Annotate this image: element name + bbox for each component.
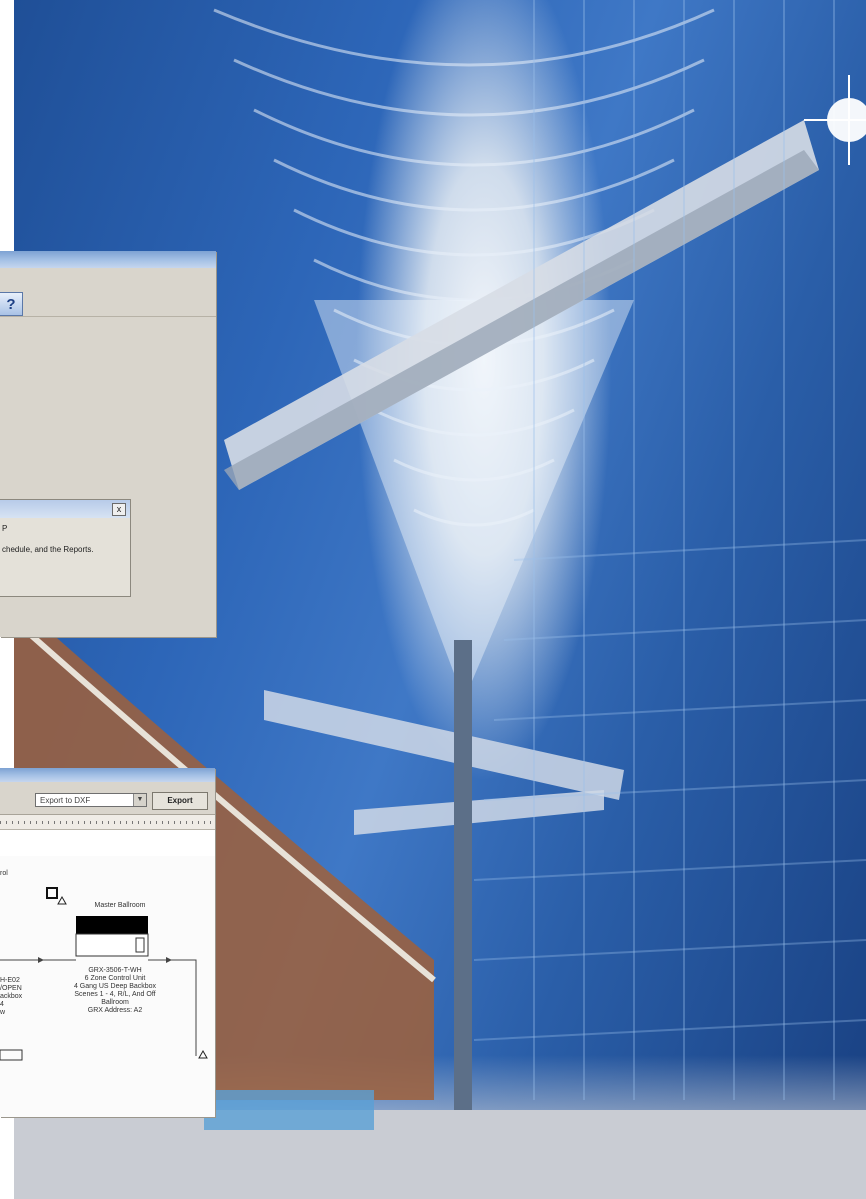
title-bar (0, 251, 216, 268)
chevron-down-icon[interactable]: ▼ (133, 794, 146, 806)
left-device-description: H-E02 /OPEN ackbox 4 w (0, 977, 30, 1017)
device-line: ackbox (0, 993, 23, 1000)
device-line: /OPEN (0, 985, 22, 992)
device-line: GRX Address: A2 (87, 1007, 143, 1014)
help-icon[interactable]: ? (0, 292, 23, 316)
left-label: rol (0, 870, 8, 877)
device-line: H-E02 (0, 977, 20, 984)
export-toolbar: Export to DXF ▼ Export (0, 782, 215, 815)
device-line: 4 (0, 1001, 4, 1008)
export-format-select[interactable]: Export to DXF ▼ (35, 793, 147, 807)
software-window-top: ? x P chedule, and the Reports. (0, 251, 216, 637)
device-line: 6 Zone Control Unit (84, 975, 146, 982)
dialog-message-line: P (2, 524, 8, 533)
title-bar (0, 768, 215, 782)
device-line: 4 Gang US Deep Backbox (73, 983, 157, 990)
device-description: GRX-3506-T-WH 6 Zone Control Unit 4 Gang… (60, 967, 170, 1015)
close-icon[interactable]: x (112, 503, 126, 516)
export-button[interactable]: Export (152, 792, 208, 810)
device-line: GRX-3506-T-WH (88, 967, 142, 974)
ruler (0, 815, 215, 830)
device-line: w (0, 1009, 6, 1016)
room-title: Master Ballroom (94, 902, 146, 909)
wiring-diagram: rol Master Ballroom GRX-3506-T-WH 6 Zone… (0, 856, 215, 1117)
device-line: Ballroom (101, 999, 129, 1006)
dialog-message-line: chedule, and the Reports. (2, 545, 94, 554)
dialog-title-bar: x (0, 500, 130, 518)
software-window-bottom: Export to DXF ▼ Export rol Master Ballro… (0, 768, 215, 1117)
toolbar: ? (0, 268, 216, 317)
message-dialog: x P chedule, and the Reports. (0, 499, 131, 597)
export-format-value: Export to DXF (40, 796, 91, 805)
device-line: Scenes 1 - 4, R/L, And Off (74, 991, 156, 998)
